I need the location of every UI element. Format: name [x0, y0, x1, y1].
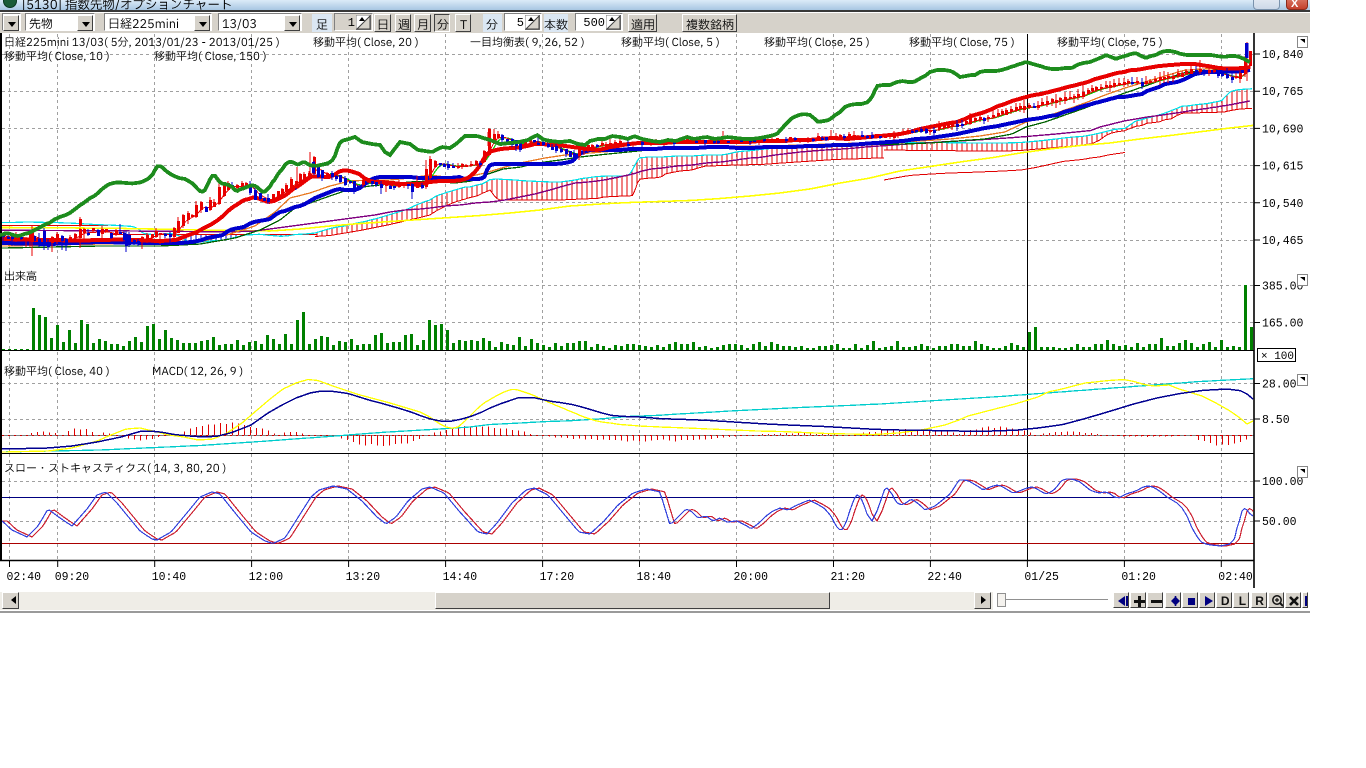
svg-text:28.00: 28.00	[1262, 379, 1297, 392]
svg-text:12:00: 12:00	[249, 571, 284, 584]
svg-text:21:20: 21:20	[831, 571, 866, 584]
svg-text:× 100: × 100	[1261, 351, 1294, 363]
svg-text:13:20: 13:20	[346, 571, 381, 584]
svg-text:165.00: 165.00	[1262, 318, 1304, 331]
svg-text:18:40: 18:40	[637, 571, 672, 584]
svg-text:22:40: 22:40	[927, 571, 962, 584]
svg-text:01/25: 01/25	[1024, 571, 1059, 584]
svg-text:8.50: 8.50	[1262, 414, 1290, 427]
svg-text:50.00: 50.00	[1262, 516, 1297, 529]
svg-text:10:40: 10:40	[152, 571, 187, 584]
svg-text:17:20: 17:20	[540, 571, 575, 584]
svg-text:09:20: 09:20	[55, 571, 90, 584]
svg-text:20:00: 20:00	[734, 571, 769, 584]
svg-text:14:40: 14:40	[443, 571, 478, 584]
svg-text:10,615: 10,615	[1262, 161, 1304, 174]
svg-text:10,465: 10,465	[1262, 235, 1304, 248]
svg-text:10,840: 10,840	[1262, 49, 1304, 62]
svg-text:02:40: 02:40	[7, 571, 42, 584]
svg-text:10,540: 10,540	[1262, 198, 1304, 211]
svg-text:01:20: 01:20	[1121, 571, 1156, 584]
svg-text:10,765: 10,765	[1262, 86, 1304, 99]
svg-text:02:40: 02:40	[1218, 571, 1253, 584]
svg-text:10,690: 10,690	[1262, 123, 1304, 136]
